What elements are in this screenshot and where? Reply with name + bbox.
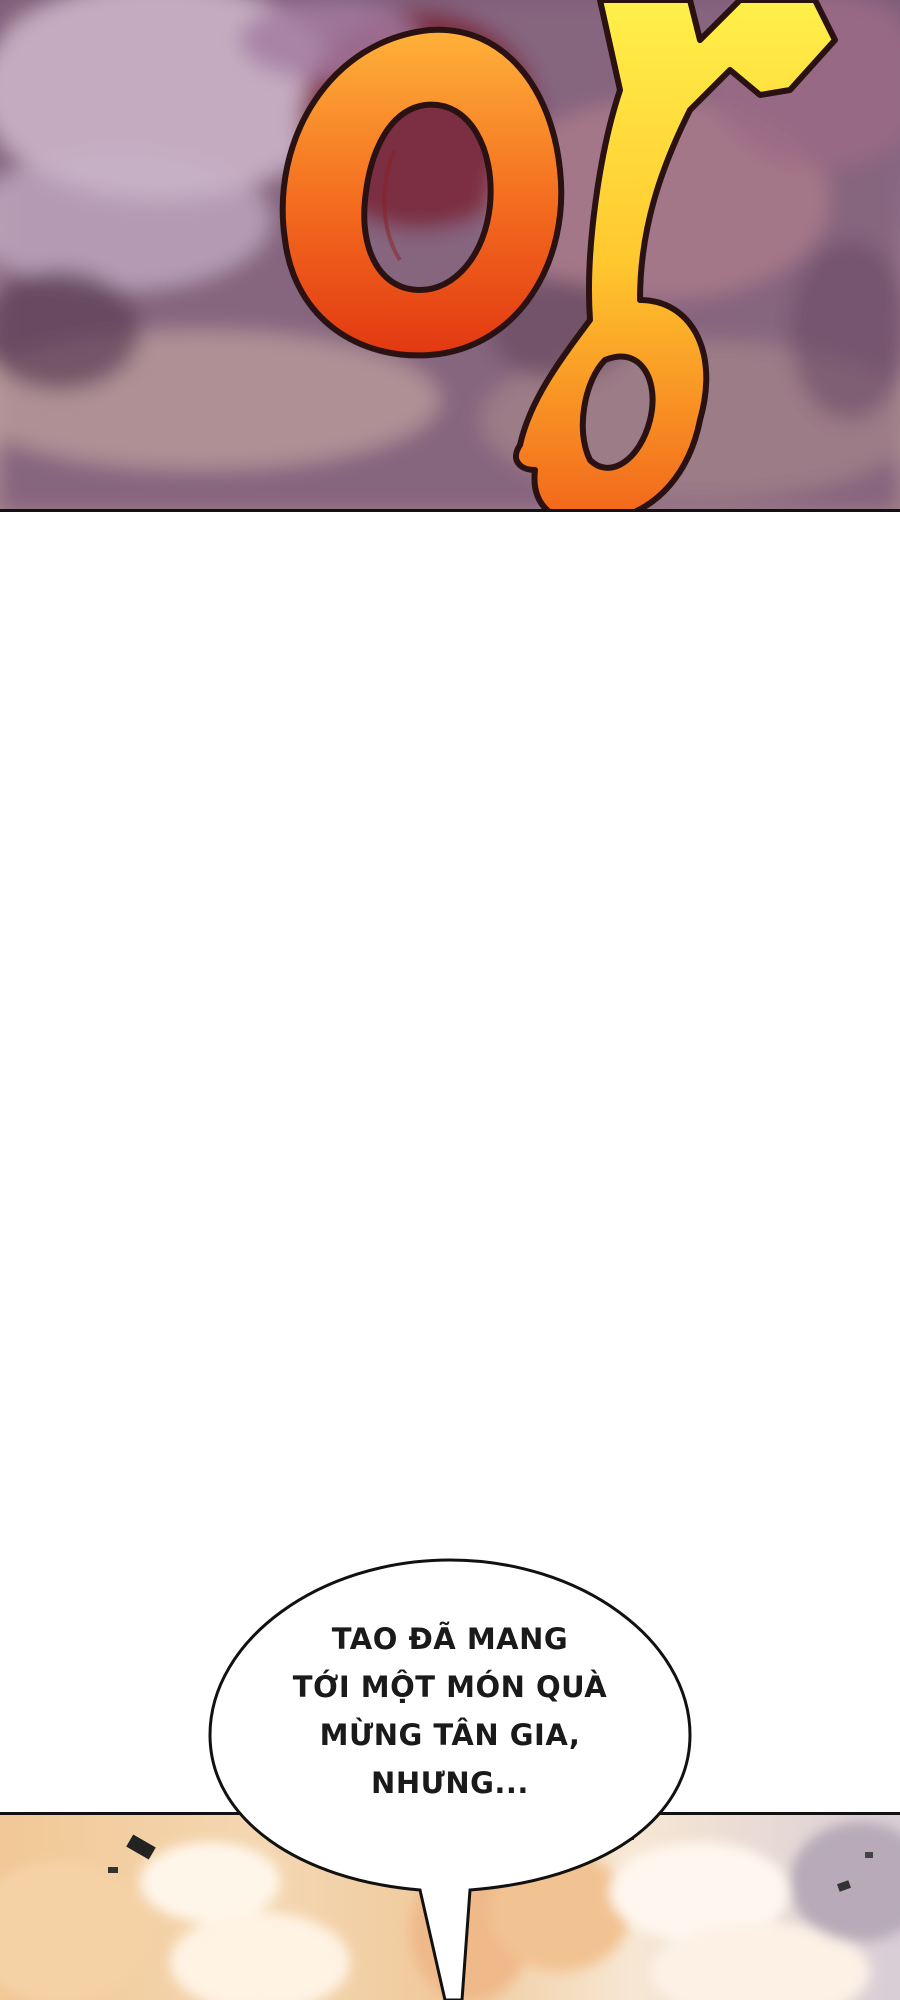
speech-bubble-text: TAO ĐÃ MANG TỚI MỘT MÓN QUÀ MỪNG TÂN GIA… [260,1615,640,1807]
speech-line-1: TAO ĐÃ MANG [331,1622,569,1656]
speech-line-4: NHƯNG... [371,1766,529,1800]
speech-line-3: MỪNG TÂN GIA, [319,1718,581,1752]
speech-line-2: TỚI MỘT MÓN QUÀ [292,1670,608,1704]
